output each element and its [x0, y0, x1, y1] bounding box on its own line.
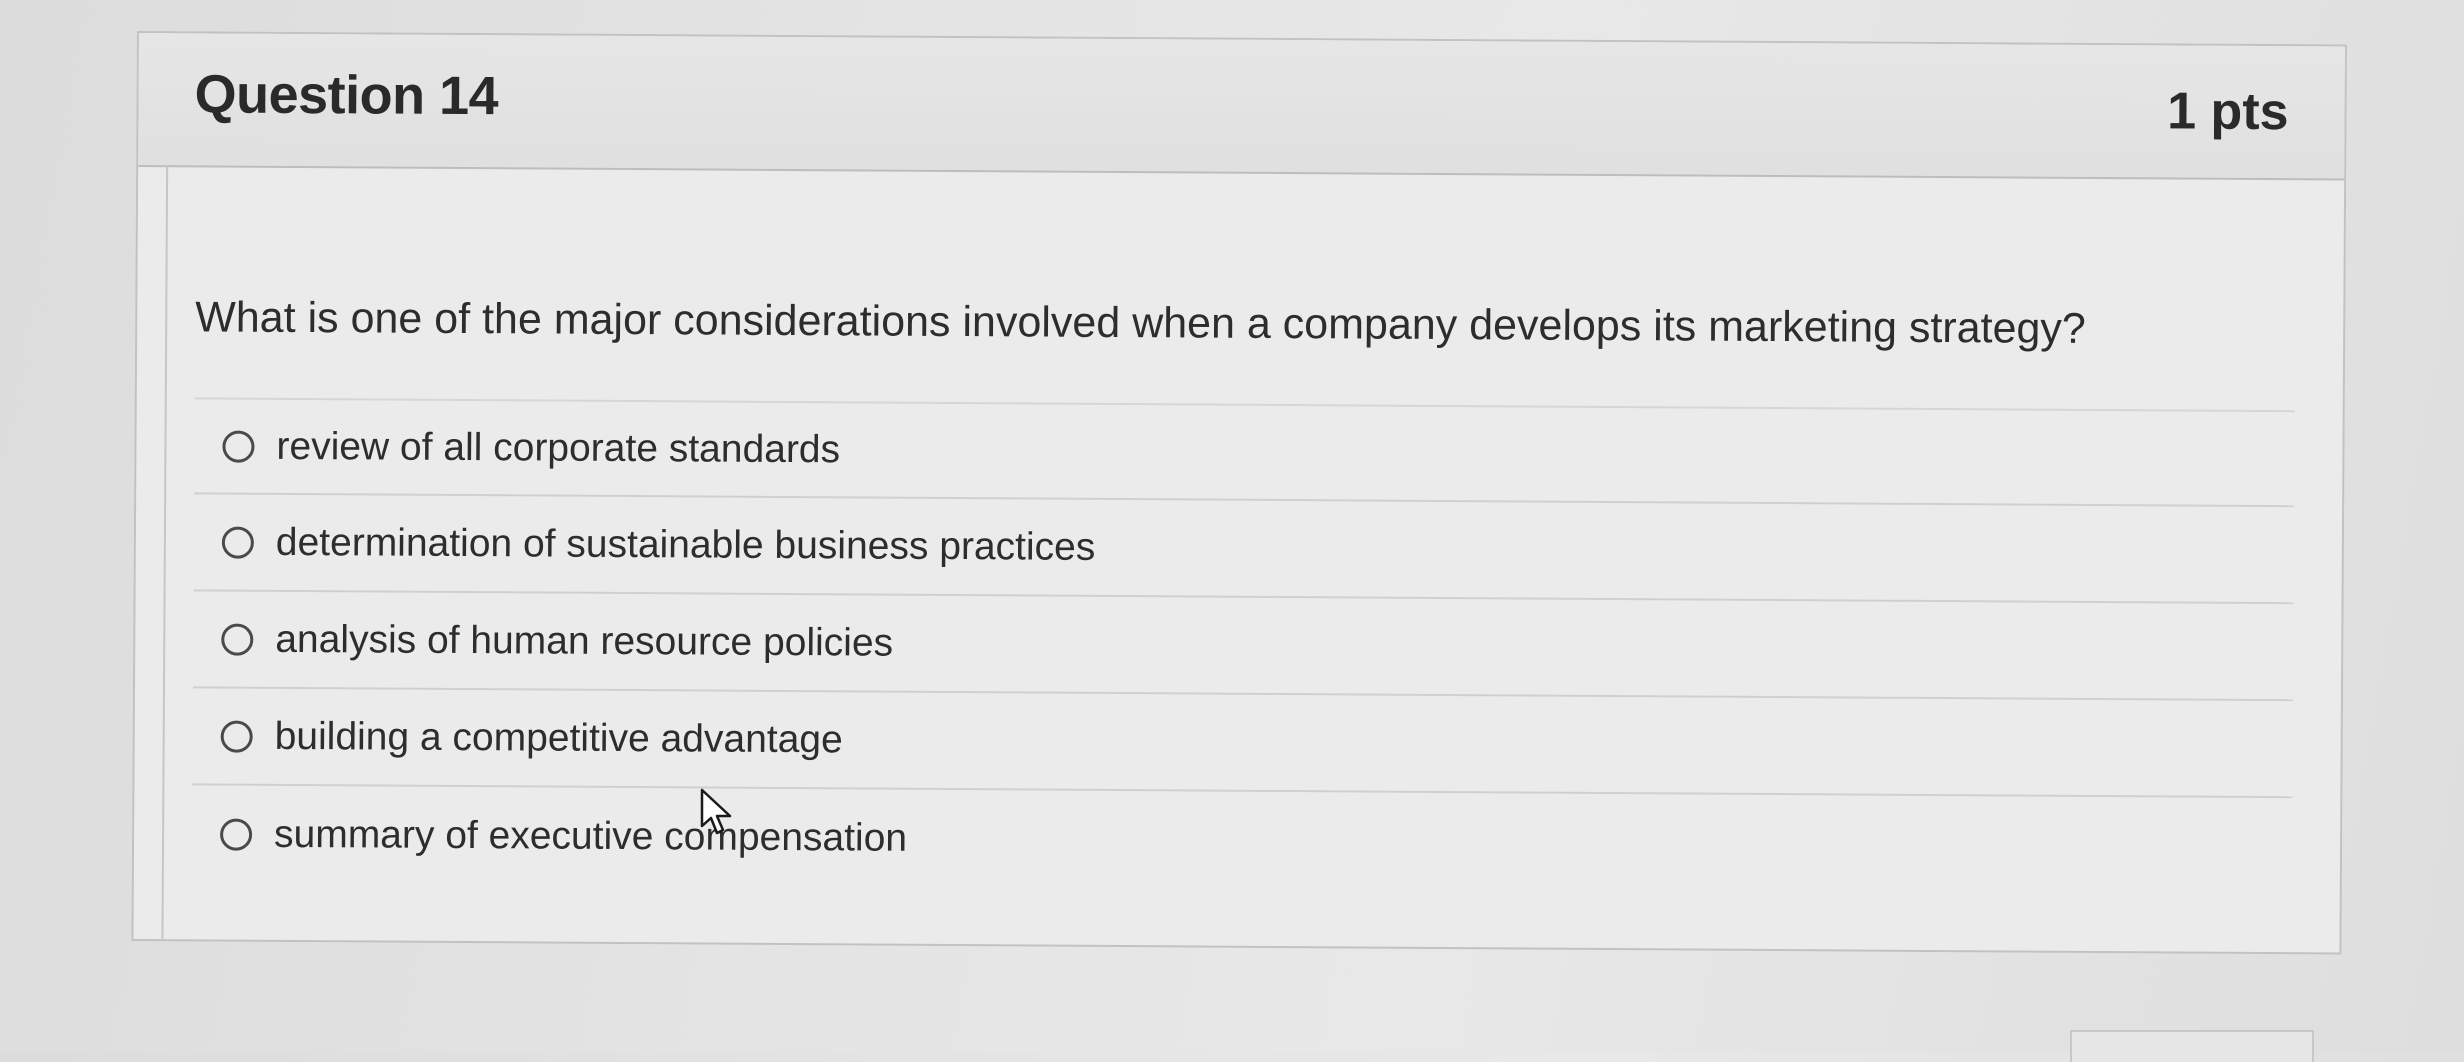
radio-button[interactable]	[221, 623, 254, 656]
answer-label: determination of sustainable business pr…	[275, 520, 1096, 569]
mouse-cursor-icon	[700, 788, 732, 835]
question-points: 1 pts	[2166, 82, 2289, 142]
next-button-edge[interactable]	[2070, 1030, 2314, 1062]
answer-option[interactable]: summary of executive compensation	[192, 785, 2293, 895]
answer-label: building a competitive advantage	[274, 714, 843, 761]
answer-label: summary of executive compensation	[273, 812, 908, 860]
radio-button[interactable]	[222, 430, 255, 463]
radio-button[interactable]	[219, 818, 253, 851]
radio-button[interactable]	[221, 526, 254, 559]
answer-option[interactable]: building a competitive advantage	[192, 688, 2293, 799]
question-text: What is one of the major considerations …	[195, 293, 2086, 353]
question-title: Question 14	[194, 64, 499, 127]
answer-option[interactable]: review of all corporate standards	[194, 397, 2295, 508]
answer-label: analysis of human resource policies	[275, 617, 894, 665]
question-header: Question 14 1 pts	[138, 33, 2345, 181]
answer-option[interactable]: analysis of human resource policies	[192, 591, 2294, 702]
answer-option[interactable]: determination of sustainable business pr…	[193, 494, 2295, 605]
answer-list: review of all corporate standards determ…	[192, 397, 2295, 895]
radio-button[interactable]	[220, 720, 253, 753]
answer-label: review of all corporate standards	[276, 424, 841, 471]
question-card: Question 14 1 pts What is one of the maj…	[131, 31, 2347, 955]
question-body: What is one of the major considerations …	[161, 165, 2317, 953]
